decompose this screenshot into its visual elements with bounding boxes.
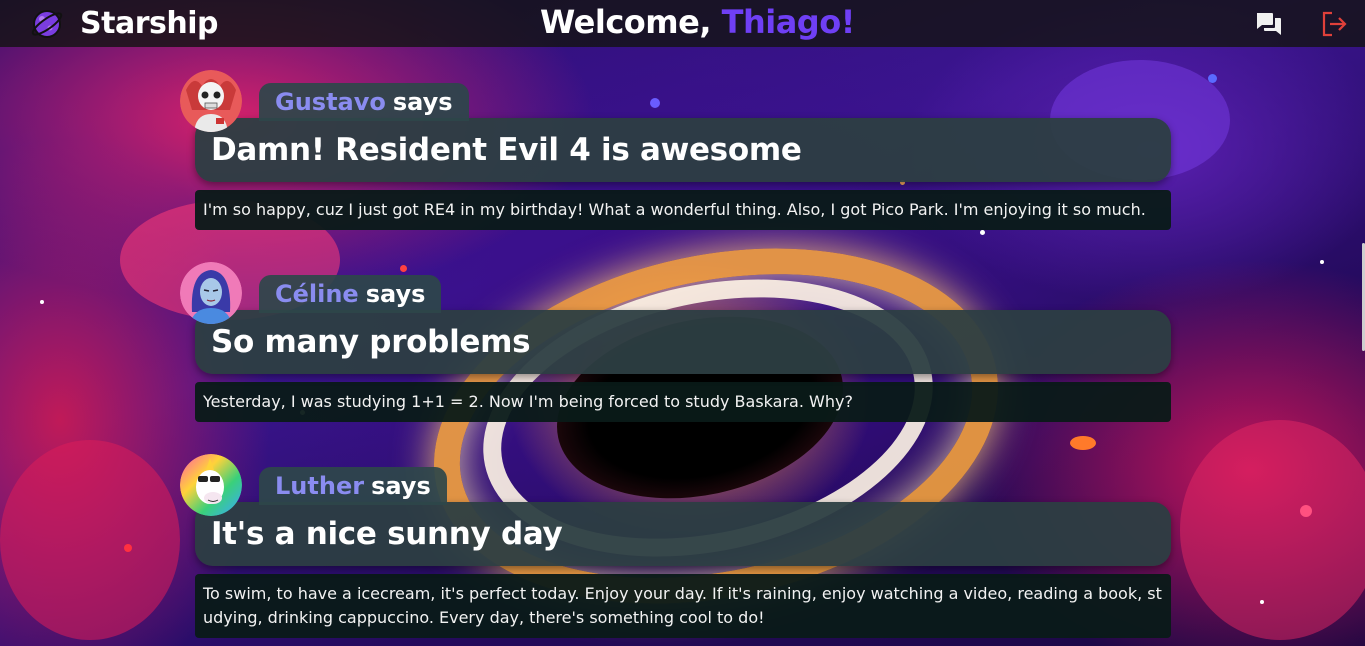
star [1070, 436, 1096, 450]
star [1260, 600, 1264, 604]
welcome-prefix: Welcome, [540, 3, 711, 41]
post-author-tag: Céline says [259, 275, 442, 313]
post-author-tag: Luther says [259, 467, 447, 505]
avatar-skull[interactable] [180, 70, 242, 132]
logout-icon[interactable] [1320, 10, 1348, 38]
star [1208, 74, 1217, 83]
post-says-label: says [371, 472, 431, 500]
post-body: I'm so happy, cuz I just got RE4 in my b… [195, 190, 1171, 230]
nebula-blob [0, 440, 180, 640]
post-says-label: says [392, 88, 453, 116]
star [650, 98, 660, 108]
star [1320, 260, 1324, 264]
app-name: Starship [80, 6, 218, 41]
post-author-name[interactable]: Gustavo [275, 88, 386, 116]
welcome-message: Welcome, Thiago! [540, 3, 855, 41]
star [980, 230, 985, 235]
star [40, 300, 44, 304]
post-title: So many problems [195, 310, 1171, 374]
planet-logo-icon [31, 9, 63, 38]
star [1300, 505, 1312, 517]
brand[interactable]: Starship [30, 6, 218, 41]
avatar-unicorn[interactable] [180, 454, 242, 516]
post-body: Yesterday, I was studying 1+1 = 2. Now I… [195, 382, 1171, 422]
top-navbar: Starship Welcome, Thiago! [0, 0, 1365, 47]
post-author-tag: Gustavo says [259, 83, 469, 121]
star [400, 265, 407, 272]
post-author-name[interactable]: Céline [275, 280, 359, 308]
star [124, 544, 132, 552]
post-title: It's a nice sunny day [195, 502, 1171, 566]
nebula-blob [1180, 420, 1365, 640]
post-body: To swim, to have a icecream, it's perfec… [195, 574, 1171, 638]
welcome-user-name: Thiago! [721, 3, 856, 41]
post-says-label: says [365, 280, 426, 308]
chat-icon[interactable] [1255, 10, 1283, 38]
avatar-celine[interactable] [180, 262, 242, 324]
post-author-name[interactable]: Luther [275, 472, 364, 500]
post-title: Damn! Resident Evil 4 is awesome [195, 118, 1171, 182]
